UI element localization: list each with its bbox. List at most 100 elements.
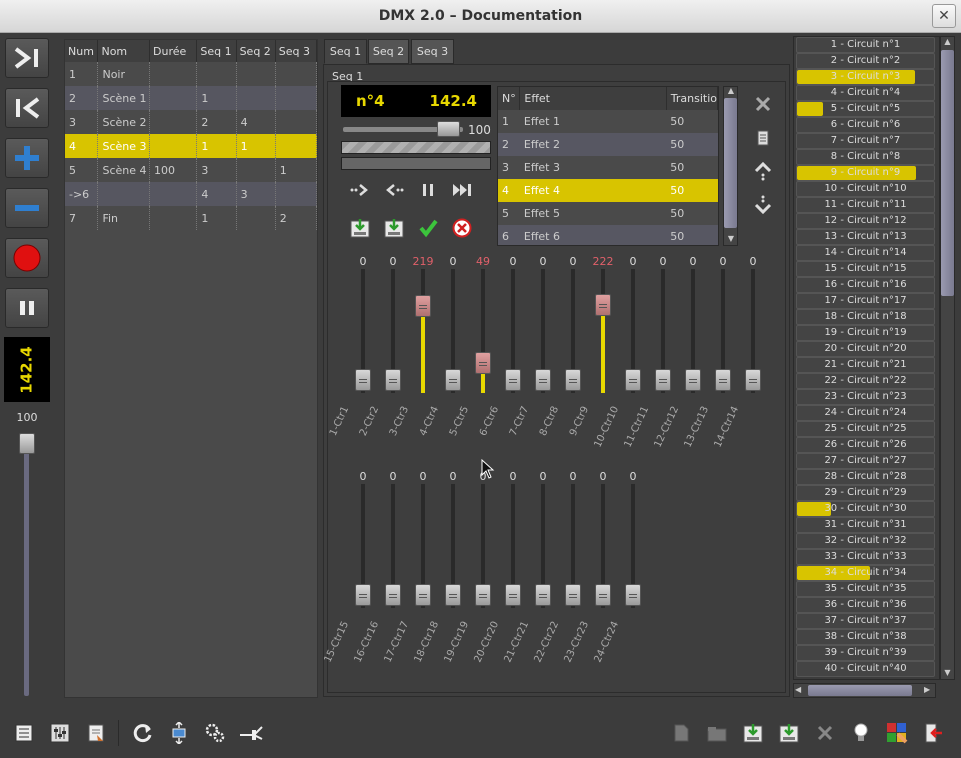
table-cell[interactable]: ->6 bbox=[65, 182, 99, 206]
table-cell[interactable]: Effet 3 bbox=[519, 156, 667, 179]
fader-knob[interactable] bbox=[565, 584, 581, 606]
fader-knob[interactable] bbox=[355, 369, 371, 391]
list-view-button[interactable] bbox=[10, 718, 38, 748]
pause-button[interactable] bbox=[5, 288, 49, 328]
seq-table-header[interactable]: Nom bbox=[97, 40, 150, 62]
table-cell[interactable]: 2 bbox=[275, 206, 318, 230]
channel-item[interactable]: 25 - Circuit n°25 bbox=[796, 421, 935, 437]
channel-item[interactable]: 24 - Circuit n°24 bbox=[796, 405, 935, 421]
fader-knob[interactable] bbox=[565, 369, 581, 391]
record-button[interactable] bbox=[5, 238, 49, 278]
scroll-right-arrow-icon[interactable]: ▶ bbox=[924, 685, 934, 696]
scroll-left-arrow-icon[interactable]: ◀ bbox=[795, 685, 805, 696]
channel-item[interactable]: 29 - Circuit n°29 bbox=[796, 485, 935, 501]
help-button[interactable] bbox=[847, 718, 875, 748]
fader-knob[interactable] bbox=[595, 294, 611, 317]
table-cell[interactable]: 5 bbox=[498, 202, 520, 225]
table-cell[interactable]: Scène 4 bbox=[97, 158, 150, 182]
channel-item[interactable]: 33 - Circuit n°33 bbox=[796, 549, 935, 565]
table-cell[interactable] bbox=[97, 182, 150, 206]
channel-item[interactable]: 4 - Circuit n°4 bbox=[796, 85, 935, 101]
channel-item[interactable]: 23 - Circuit n°23 bbox=[796, 389, 935, 405]
channel-item[interactable]: 17 - Circuit n°17 bbox=[796, 293, 935, 309]
channel-item[interactable]: 26 - Circuit n°26 bbox=[796, 437, 935, 453]
fader-knob[interactable] bbox=[445, 584, 461, 606]
new-file-button[interactable] bbox=[667, 718, 695, 748]
remove-button[interactable] bbox=[5, 188, 49, 228]
table-cell[interactable]: 4 bbox=[196, 182, 237, 206]
effect-row[interactable]: 2 Effet 2 50 bbox=[498, 133, 718, 156]
table-cell[interactable] bbox=[236, 86, 276, 110]
effect-row[interactable]: 4 Effet 4 50 bbox=[498, 179, 718, 202]
channel-list-scroll-thumb[interactable] bbox=[941, 50, 954, 296]
table-cell[interactable]: 50 bbox=[666, 202, 718, 225]
channel-item[interactable]: 18 - Circuit n°18 bbox=[796, 309, 935, 325]
effects-table-header[interactable]: Effet bbox=[519, 87, 667, 110]
window-close-button[interactable]: ✕ bbox=[932, 4, 956, 28]
effect-row[interactable]: 3 Effet 3 50 bbox=[498, 156, 718, 179]
fader-knob[interactable] bbox=[625, 369, 641, 391]
channel-item[interactable]: 30 - Circuit n°30 bbox=[796, 501, 935, 517]
cancel-button[interactable] bbox=[450, 216, 474, 240]
table-cell[interactable]: Effet 6 bbox=[519, 225, 667, 245]
channel-list-hscroll-thumb[interactable] bbox=[808, 685, 912, 696]
master-slider-knob[interactable] bbox=[19, 433, 35, 454]
go-back-button[interactable] bbox=[5, 88, 49, 128]
table-row[interactable]: 5 Scène 4 100 3 1 bbox=[65, 158, 318, 182]
channel-item[interactable]: 21 - Circuit n°21 bbox=[796, 357, 935, 373]
channel-item[interactable]: 2 - Circuit n°2 bbox=[796, 53, 935, 69]
save-as-button[interactable] bbox=[775, 718, 803, 748]
fader-knob[interactable] bbox=[745, 369, 761, 391]
tab-seq-3[interactable]: Seq 3 bbox=[411, 39, 454, 64]
channel-item[interactable]: 3 - Circuit n°3 bbox=[796, 69, 935, 85]
fader-knob[interactable] bbox=[445, 369, 461, 391]
table-cell[interactable]: 100 bbox=[149, 158, 198, 182]
master-slider-track[interactable] bbox=[24, 442, 29, 696]
channel-item[interactable]: 5 - Circuit n°5 bbox=[796, 101, 935, 117]
table-cell[interactable] bbox=[275, 110, 318, 134]
seq-pause-button[interactable] bbox=[416, 178, 440, 202]
go-forward-button[interactable] bbox=[5, 38, 49, 78]
fader-knob[interactable] bbox=[355, 584, 371, 606]
table-cell[interactable] bbox=[236, 206, 276, 230]
fader-knob[interactable] bbox=[535, 584, 551, 606]
refresh-button[interactable] bbox=[129, 718, 157, 748]
table-cell[interactable]: 50 bbox=[666, 225, 718, 245]
effect-delete-button[interactable] bbox=[751, 92, 775, 116]
table-cell[interactable]: 3 bbox=[498, 156, 520, 179]
table-cell[interactable]: 7 bbox=[65, 206, 99, 230]
fader-knob[interactable] bbox=[535, 369, 551, 391]
fader-knob[interactable] bbox=[715, 369, 731, 391]
table-cell[interactable]: Effet 1 bbox=[519, 110, 667, 133]
table-cell[interactable]: 50 bbox=[666, 179, 718, 202]
seq-end-button[interactable] bbox=[450, 178, 474, 202]
seq-table-header[interactable]: Durée bbox=[149, 40, 198, 62]
fader-knob[interactable] bbox=[475, 584, 491, 606]
table-cell[interactable] bbox=[275, 134, 318, 158]
seq-table-header[interactable]: Num bbox=[65, 40, 99, 62]
fader-knob[interactable] bbox=[595, 584, 611, 606]
effect-move-up-button[interactable] bbox=[751, 159, 775, 183]
channel-item[interactable]: 1 - Circuit n°1 bbox=[796, 37, 935, 53]
step-forward-button[interactable] bbox=[348, 178, 372, 202]
fader-knob[interactable] bbox=[385, 369, 401, 391]
channel-item[interactable]: 28 - Circuit n°28 bbox=[796, 469, 935, 485]
table-cell[interactable]: 2 bbox=[196, 110, 237, 134]
settings-button[interactable] bbox=[201, 718, 229, 748]
fader-knob[interactable] bbox=[505, 369, 521, 391]
table-cell[interactable]: Effet 5 bbox=[519, 202, 667, 225]
seq-table-header[interactable]: Seq 2 bbox=[236, 40, 276, 62]
table-cell[interactable]: 50 bbox=[666, 110, 718, 133]
channel-item[interactable]: 37 - Circuit n°37 bbox=[796, 613, 935, 629]
channel-item[interactable]: 38 - Circuit n°38 bbox=[796, 629, 935, 645]
table-cell[interactable] bbox=[236, 158, 276, 182]
table-cell[interactable]: 2 bbox=[498, 133, 520, 156]
table-cell[interactable]: 5 bbox=[65, 158, 99, 182]
channel-item[interactable]: 7 - Circuit n°7 bbox=[796, 133, 935, 149]
table-row[interactable]: 2 Scène 1 1 bbox=[65, 86, 318, 110]
table-cell[interactable]: 4 bbox=[498, 179, 520, 202]
mixer-view-button[interactable] bbox=[46, 718, 74, 748]
effect-row[interactable]: 1 Effet 1 50 bbox=[498, 110, 718, 133]
fader-knob[interactable] bbox=[685, 369, 701, 391]
channel-item[interactable]: 31 - Circuit n°31 bbox=[796, 517, 935, 533]
